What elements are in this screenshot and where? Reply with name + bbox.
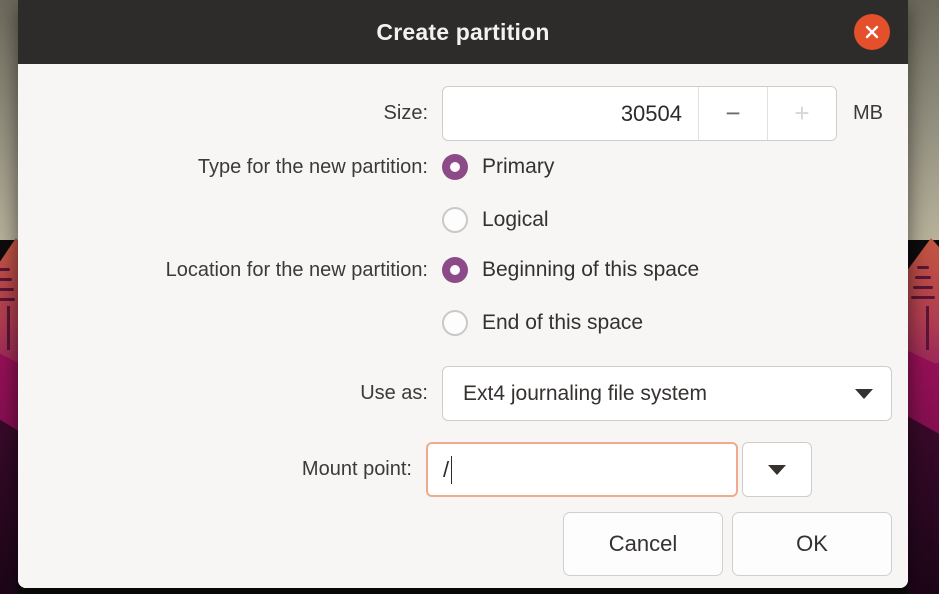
desktop-background: Create partition Size: 30504 − + MB Type… [0, 0, 939, 594]
size-row: Size: 30504 − + MB [18, 86, 908, 141]
radio-icon-unselected [442, 207, 468, 233]
mount-point-label: Mount point: [301, 458, 412, 480]
use-as-row: Use as: Ext4 journaling file system [18, 366, 908, 421]
size-label: Size: [383, 102, 428, 124]
text-cursor [451, 455, 453, 484]
cancel-button[interactable]: Cancel [563, 512, 723, 576]
chevron-down-icon [837, 388, 891, 399]
radio-label-primary: Primary [482, 155, 555, 178]
mount-point-row: Mount point: / [18, 442, 908, 497]
wallpaper-sky [908, 0, 939, 240]
size-decrement-button[interactable]: − [698, 87, 767, 140]
partition-location-row: Location for the new partition: Beginnin… [18, 257, 908, 283]
dialog-body: Size: 30504 − + MB Type for the new part… [18, 64, 908, 588]
partition-type-logical-row: Logical [18, 207, 908, 233]
size-unit-label: MB [853, 102, 883, 124]
chevron-down-icon [768, 464, 786, 475]
partition-type-label: Type for the new partition: [197, 155, 428, 178]
partition-location-label: Location for the new partition: [165, 258, 428, 281]
wallpaper-foreground [0, 407, 18, 594]
size-increment-button: + [767, 87, 836, 140]
partition-type-row: Type for the new partition: Primary [18, 154, 908, 180]
size-input[interactable]: 30504 [443, 87, 698, 140]
size-spinner[interactable]: 30504 − + [442, 86, 837, 141]
create-partition-dialog: Create partition Size: 30504 − + MB Type… [18, 0, 908, 588]
radio-icon-selected [442, 154, 468, 180]
use-as-label: Use as: [360, 382, 428, 404]
radio-option-logical[interactable]: Logical [442, 207, 549, 233]
radio-option-end[interactable]: End of this space [442, 310, 643, 336]
wallpaper-foreground [908, 407, 939, 594]
wallpaper-sky [0, 0, 18, 240]
radio-icon-selected [442, 257, 468, 283]
partition-location-end-row: End of this space [18, 310, 908, 336]
dialog-title: Create partition [376, 18, 550, 45]
use-as-value: Ext4 journaling file system [463, 381, 707, 405]
radio-option-beginning[interactable]: Beginning of this space [442, 257, 699, 283]
use-as-dropdown[interactable]: Ext4 journaling file system [442, 366, 892, 421]
radio-icon-unselected [442, 310, 468, 336]
wallpaper-left-strip [0, 0, 18, 594]
mount-point-value: / [443, 456, 450, 482]
close-icon [865, 25, 879, 39]
radio-option-primary[interactable]: Primary [442, 154, 554, 180]
radio-label-beginning: Beginning of this space [482, 258, 700, 281]
radio-label-logical: Logical [482, 208, 549, 231]
wallpaper-right-strip [908, 0, 939, 594]
radio-label-end: End of this space [482, 311, 644, 334]
mount-point-dropdown-button[interactable] [742, 442, 812, 497]
dialog-titlebar: Create partition [18, 0, 908, 64]
close-button[interactable] [854, 14, 890, 50]
dialog-actions: Cancel OK [563, 512, 892, 576]
mount-point-input[interactable]: / [426, 442, 738, 497]
ok-button[interactable]: OK [732, 512, 892, 576]
